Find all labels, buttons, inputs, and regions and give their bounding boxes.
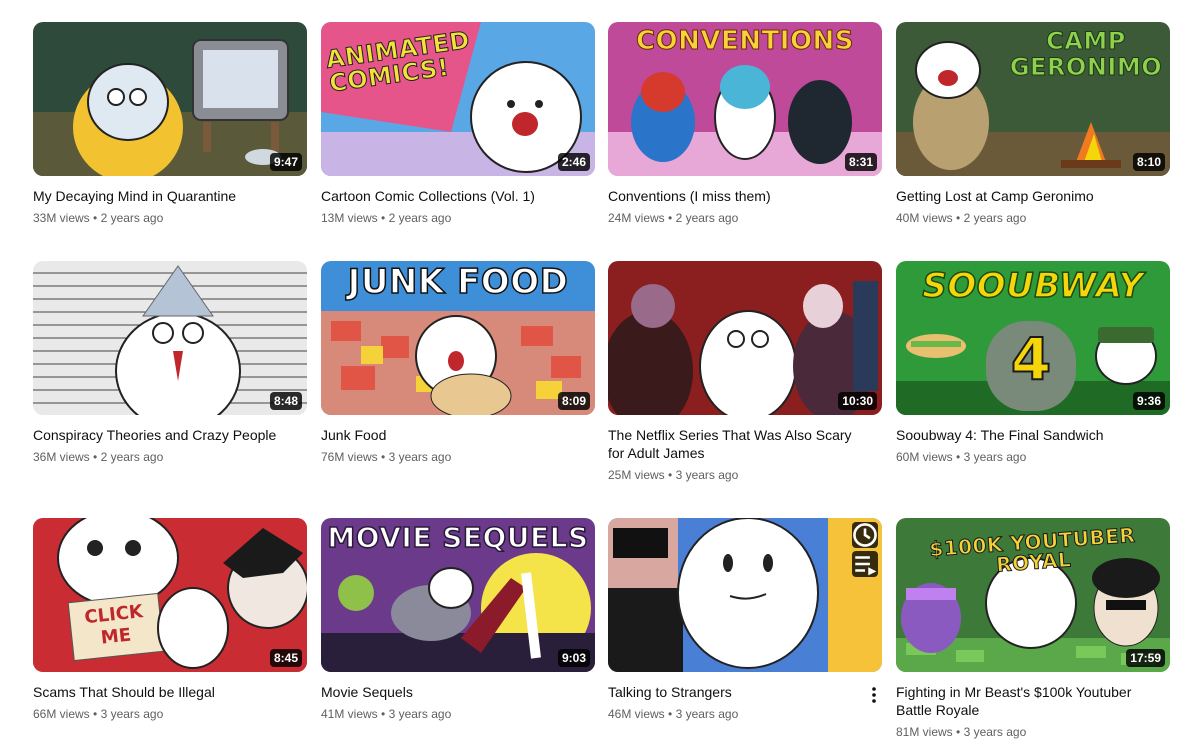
svg-text:4: 4 (1011, 325, 1051, 393)
video-metadata: 24M views • 2 years ago (608, 211, 739, 225)
video-thumbnail[interactable]: 9:47 (33, 22, 307, 176)
thumbnail-illustration: CLICK ME (33, 518, 307, 672)
video-metadata: 66M views • 3 years ago (33, 707, 164, 721)
video-card[interactable]: 4 SOOUBWAY 9:36 Sooubway 4: The Final Sa… (896, 261, 1170, 466)
video-duration: 9:03 (557, 649, 590, 667)
video-card[interactable]: CLICK ME 8:45 Scams That Should be Illeg… (33, 518, 307, 723)
video-title[interactable]: Junk Food (321, 426, 595, 444)
video-thumbnail[interactable]: $100K YOUTUBER ROYAL 17:59 (896, 518, 1170, 672)
upload-age: 2 years ago (675, 211, 739, 225)
upload-age: 3 years ago (675, 707, 739, 721)
video-thumbnail[interactable]: ANIMATED COMICS! 2:46 (321, 22, 595, 176)
video-title[interactable]: Conventions (I miss them) (608, 187, 882, 205)
video-card[interactable]: CONVENTIONS 8:31 Conventions (I miss the… (608, 22, 882, 227)
video-metadata: 36M views • 2 years ago (33, 450, 164, 464)
video-card[interactable]: MOVIE SEQUELS 9:03 Movie Sequels 41M vie… (321, 518, 595, 723)
video-card[interactable]: CAMP GERONIMO 8:10 Getting Lost at Camp … (896, 22, 1170, 227)
queue-icon (855, 556, 877, 576)
video-thumbnail[interactable] (608, 518, 882, 672)
upload-age: 3 years ago (388, 450, 452, 464)
video-thumbnail[interactable]: CONVENTIONS 8:31 (608, 22, 882, 176)
video-title[interactable]: Sooubway 4: The Final Sandwich (896, 426, 1170, 444)
upload-age: 3 years ago (675, 468, 739, 482)
upload-age: 2 years ago (100, 450, 164, 464)
view-count: 25M views (608, 468, 665, 482)
video-thumbnail[interactable]: JUNK FOOD 8:09 (321, 261, 595, 415)
upload-age: 3 years ago (963, 725, 1027, 739)
video-card[interactable]: 9:47 My Decaying Mind in Quarantine 33M … (33, 22, 307, 227)
video-duration: 8:10 (1132, 153, 1165, 171)
video-metadata: 60M views • 3 years ago (896, 450, 1027, 464)
video-metadata: 41M views • 3 years ago (321, 707, 452, 721)
video-duration: 8:31 (844, 153, 877, 171)
video-metadata: 81M views • 3 years ago (896, 725, 1027, 739)
video-thumbnail[interactable]: 10:30 (608, 261, 882, 415)
view-count: 41M views (321, 707, 378, 721)
video-thumbnail[interactable]: MOVIE SEQUELS 9:03 (321, 518, 595, 672)
more-vert-icon (872, 687, 876, 703)
view-count: 13M views (321, 211, 378, 225)
view-count: 36M views (33, 450, 90, 464)
thumbnail-illustration (33, 22, 307, 176)
video-title[interactable]: Getting Lost at Camp Geronimo (896, 187, 1170, 205)
view-count: 81M views (896, 725, 953, 739)
video-title[interactable]: Cartoon Comic Collections (Vol. 1) (321, 187, 595, 205)
upload-age: 3 years ago (963, 450, 1027, 464)
upload-age: 3 years ago (100, 707, 164, 721)
video-metadata: 25M views • 3 years ago (608, 468, 739, 482)
video-duration: 9:36 (1132, 392, 1165, 410)
video-card[interactable]: Talking to Strangers 46M views • 3 years… (608, 518, 882, 723)
video-card[interactable]: $100K YOUTUBER ROYAL 17:59 Fighting in M… (896, 518, 1170, 741)
video-card[interactable]: 8:48 Conspiracy Theories and Crazy Peopl… (33, 261, 307, 466)
video-duration: 8:09 (557, 392, 590, 410)
video-metadata: 76M views • 3 years ago (321, 450, 452, 464)
video-metadata: 46M views • 3 years ago (608, 707, 739, 721)
thumbnail-illustration (321, 261, 595, 415)
thumbnail-illustration: 4 (896, 261, 1170, 415)
thumbnail-illustration (321, 22, 595, 176)
video-title[interactable]: Scams That Should be Illegal (33, 683, 307, 701)
upload-age: 3 years ago (388, 707, 452, 721)
view-count: 40M views (896, 211, 953, 225)
video-duration: 10:30 (838, 392, 877, 410)
video-card[interactable]: ANIMATED COMICS! 2:46 Cartoon Comic Coll… (321, 22, 595, 227)
thumbnail-illustration (896, 22, 1170, 176)
video-metadata: 33M views • 2 years ago (33, 211, 164, 225)
upload-age: 2 years ago (963, 211, 1027, 225)
video-title[interactable]: My Decaying Mind in Quarantine (33, 187, 307, 205)
more-actions-button[interactable] (866, 683, 882, 707)
video-thumbnail[interactable]: CAMP GERONIMO 8:10 (896, 22, 1170, 176)
view-count: 60M views (896, 450, 953, 464)
thumbnail-illustration (33, 261, 307, 415)
video-title[interactable]: Fighting in Mr Beast's $100k Youtuber Ba… (896, 683, 1170, 719)
upload-age: 2 years ago (100, 211, 164, 225)
thumbnail-illustration (608, 518, 882, 672)
video-duration: 2:46 (557, 153, 590, 171)
video-title[interactable]: Conspiracy Theories and Crazy People (33, 426, 307, 444)
video-metadata: 13M views • 2 years ago (321, 211, 452, 225)
video-title[interactable]: Movie Sequels (321, 683, 595, 701)
view-count: 66M views (33, 707, 90, 721)
video-thumbnail[interactable]: 8:48 (33, 261, 307, 415)
video-metadata: 40M views • 2 years ago (896, 211, 1027, 225)
view-count: 24M views (608, 211, 665, 225)
view-count: 46M views (608, 707, 665, 721)
add-to-queue-button[interactable] (852, 551, 878, 577)
video-duration: 8:48 (269, 392, 302, 410)
upload-age: 2 years ago (388, 211, 452, 225)
view-count: 33M views (33, 211, 90, 225)
view-count: 76M views (321, 450, 378, 464)
thumbnail-illustration (321, 518, 595, 672)
video-title[interactable]: Talking to Strangers (608, 683, 882, 701)
thumbnail-illustration (608, 22, 882, 176)
svg-text:ME: ME (100, 625, 132, 649)
video-thumbnail[interactable]: 4 SOOUBWAY 9:36 (896, 261, 1170, 415)
video-duration: 8:45 (269, 649, 302, 667)
video-title[interactable]: The Netflix Series That Was Also Scary f… (608, 426, 882, 462)
video-card[interactable]: 10:30 The Netflix Series That Was Also S… (608, 261, 882, 484)
video-duration: 17:59 (1126, 649, 1165, 667)
video-card[interactable]: JUNK FOOD 8:09 Junk Food 76M views • 3 y… (321, 261, 595, 466)
video-thumbnail[interactable]: CLICK ME 8:45 (33, 518, 307, 672)
video-duration: 9:47 (269, 153, 302, 171)
